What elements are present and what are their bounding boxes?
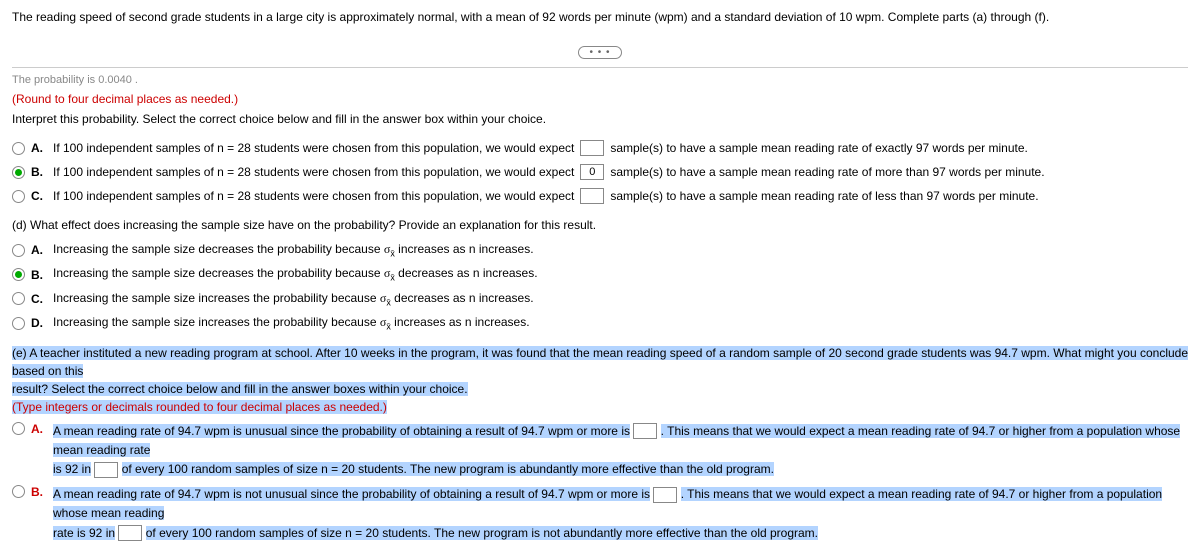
divider (12, 67, 1188, 68)
part-d-prompt: (d) What effect does increasing the samp… (12, 218, 1188, 232)
radio-e-a[interactable] (12, 422, 25, 435)
radio-e-b[interactable] (12, 485, 25, 498)
radio-d-a[interactable] (12, 244, 25, 257)
part-e-prompt: (e) A teacher instituted a new reading p… (12, 344, 1188, 398)
answer-input-e-a2[interactable] (94, 462, 118, 478)
expand-more-button[interactable]: • • • (578, 46, 621, 59)
answer-input-c-a[interactable] (580, 140, 604, 156)
choice-text: If 100 independent samples of n = 28 stu… (53, 165, 574, 179)
choice-label: A. (31, 422, 47, 436)
choice-text: Increasing the sample size increases the… (53, 291, 534, 307)
radio-d-c[interactable] (12, 292, 25, 305)
radio-c-a[interactable] (12, 142, 25, 155)
choice-text: If 100 independent samples of n = 28 stu… (53, 141, 574, 155)
choice-text: A mean reading rate of 94.7 wpm is unusu… (53, 422, 1188, 480)
answer-input-e-b1[interactable] (653, 487, 677, 503)
choice-text: Increasing the sample size increases the… (53, 315, 530, 331)
interpret-prompt: Interpret this probability. Select the c… (12, 112, 1188, 126)
problem-statement: The reading speed of second grade studen… (12, 8, 1188, 26)
choice-text: A mean reading rate of 94.7 wpm is not u… (53, 485, 1188, 543)
choice-text: Increasing the sample size decreases the… (53, 242, 534, 258)
choice-text: sample(s) to have a sample mean reading … (610, 189, 1038, 203)
part-e-instruction: (Type integers or decimals rounded to fo… (12, 400, 1188, 414)
choice-label: B. (31, 268, 47, 282)
answer-input-c-b[interactable]: 0 (580, 164, 604, 180)
choice-label: D. (31, 316, 47, 330)
radio-c-c[interactable] (12, 190, 25, 203)
choice-text: sample(s) to have a sample mean reading … (610, 165, 1044, 179)
choice-label: B. (31, 165, 47, 179)
answer-input-c-c[interactable] (580, 188, 604, 204)
choice-text: If 100 independent samples of n = 28 stu… (53, 189, 574, 203)
truncated-text: The probability is 0.0040 . (12, 74, 1188, 86)
answer-input-e-a1[interactable] (633, 423, 657, 439)
choice-label: C. (31, 292, 47, 306)
radio-d-b[interactable] (12, 268, 25, 281)
radio-d-d[interactable] (12, 317, 25, 330)
choice-label: B. (31, 485, 47, 499)
radio-c-b[interactable] (12, 166, 25, 179)
choice-label: A. (31, 243, 47, 257)
choice-label: A. (31, 141, 47, 155)
round-instruction: (Round to four decimal places as needed.… (12, 92, 1188, 106)
choice-text: sample(s) to have a sample mean reading … (610, 141, 1028, 155)
choice-text: Increasing the sample size decreases the… (53, 266, 538, 282)
choice-label: C. (31, 189, 47, 203)
